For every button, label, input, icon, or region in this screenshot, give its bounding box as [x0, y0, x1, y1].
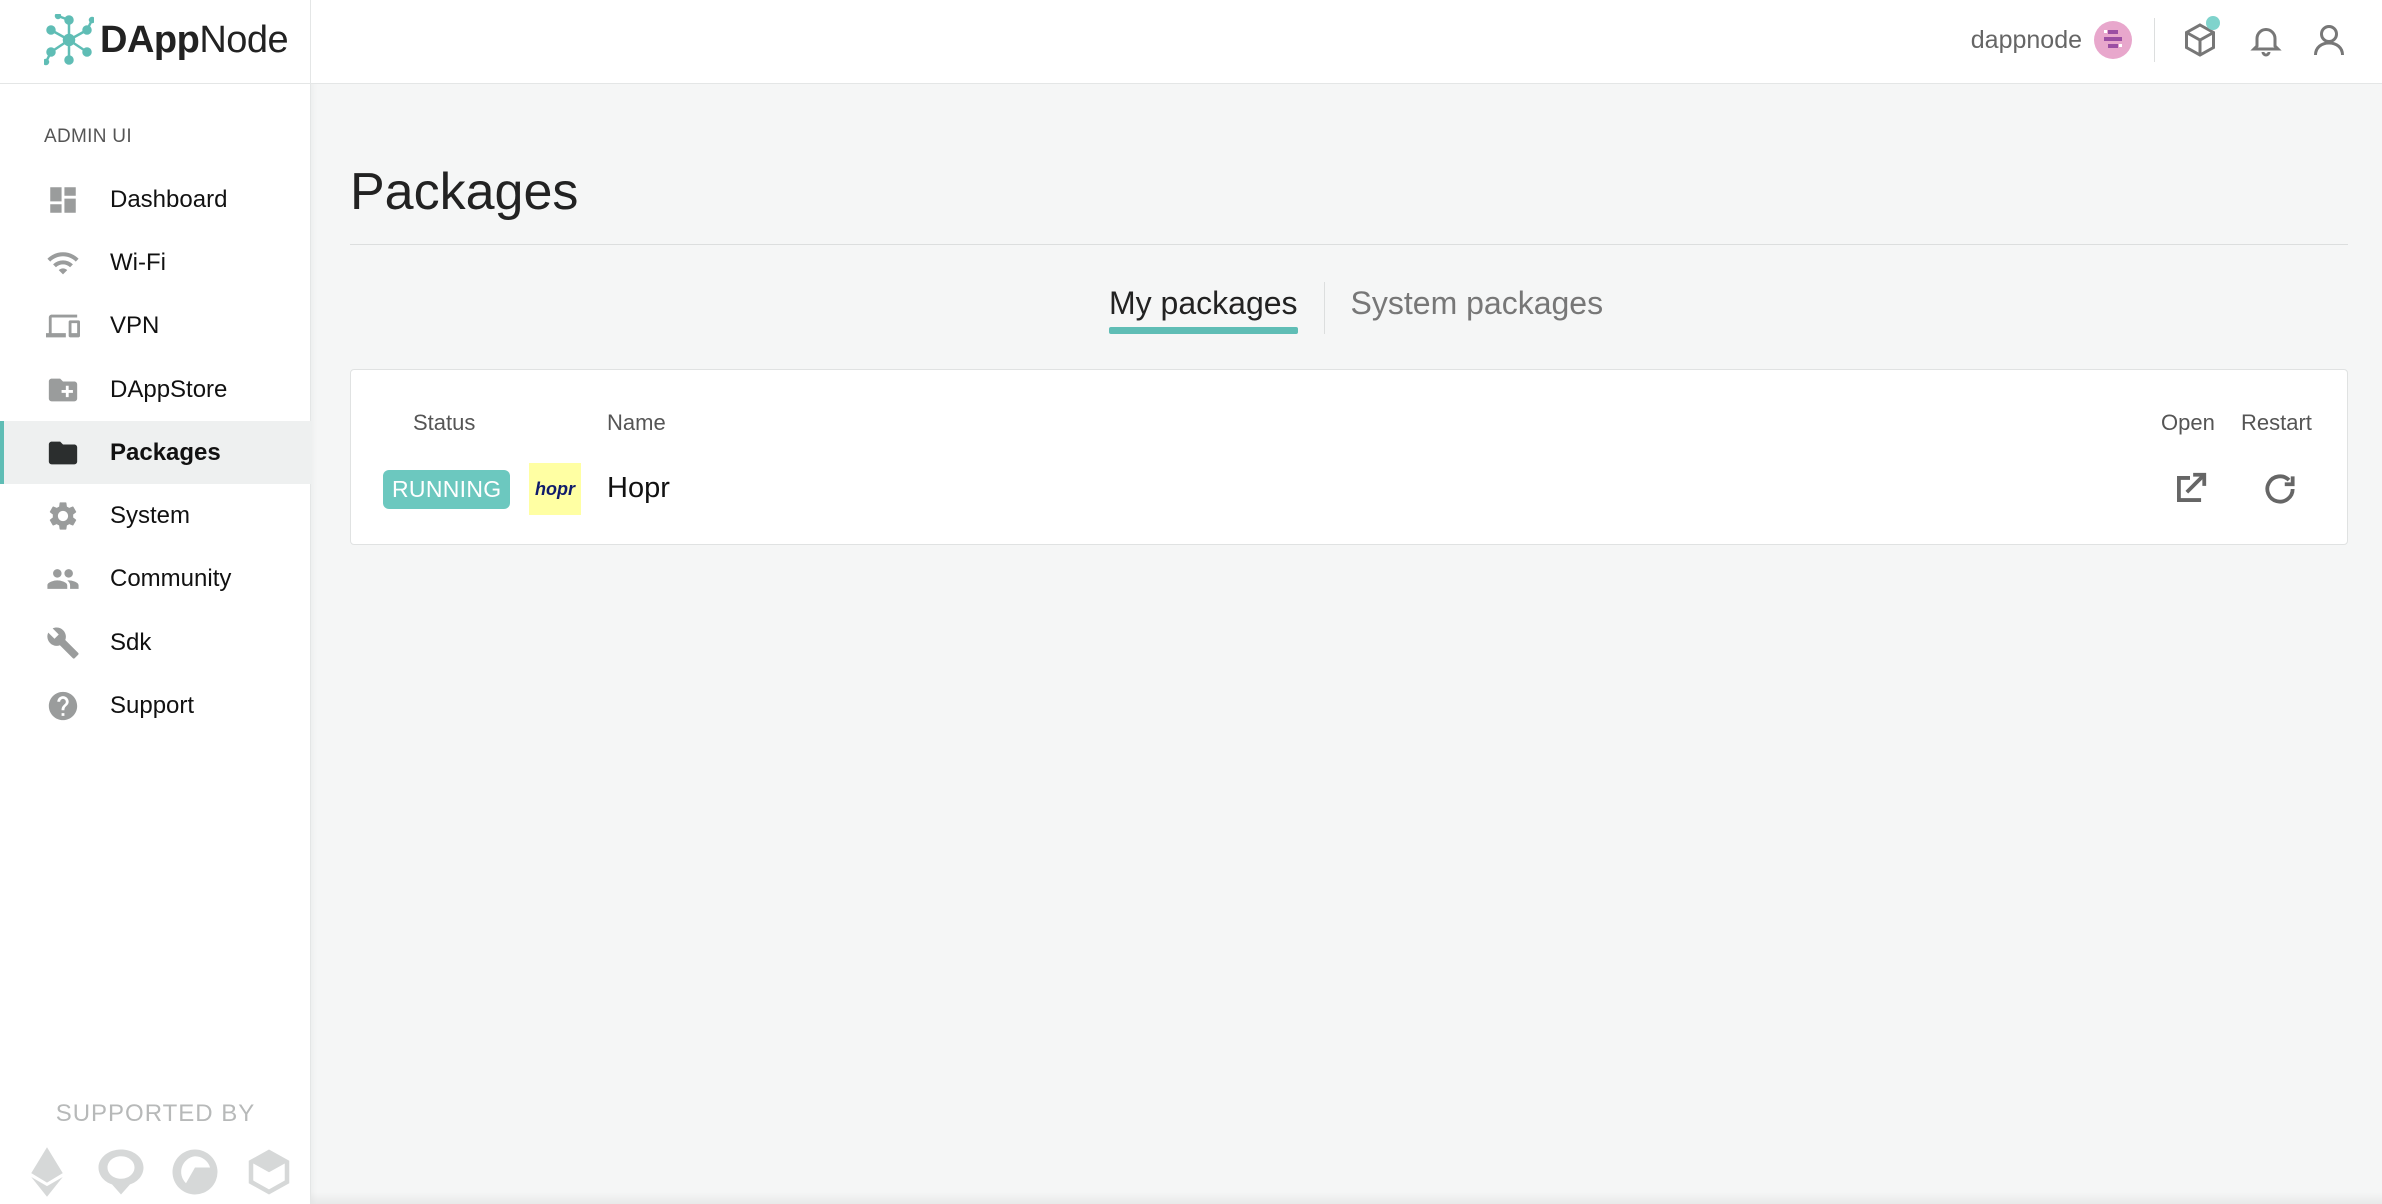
sidebar-nav: Dashboard Wi-Fi VPN DAppStore Packages S…: [0, 168, 311, 738]
column-header-open: Open: [2161, 410, 2215, 435]
bell-icon[interactable]: [2246, 20, 2286, 60]
gear-icon: [46, 499, 80, 533]
dappnode-logo-icon: [44, 14, 94, 66]
sidebar-item-wifi[interactable]: Wi-Fi: [0, 231, 311, 294]
avatar[interactable]: [2094, 21, 2132, 59]
sponsor-logos: [20, 1145, 296, 1199]
sidebar-item-label: Dashboard: [110, 185, 228, 213]
wifi-icon: [46, 246, 80, 280]
sidebar-item-label: DAppStore: [110, 375, 228, 403]
devices-icon: [46, 309, 80, 343]
column-header-status: Status: [413, 410, 476, 435]
sidebar-item-label: Sdk: [110, 628, 152, 656]
package-tabs: My packages System packages: [1109, 278, 1603, 338]
sponsor-logo-3[interactable]: [168, 1145, 222, 1199]
wrench-icon: [46, 626, 80, 660]
package-name-link[interactable]: Hopr: [607, 472, 670, 505]
folder-icon: [46, 436, 80, 470]
user-menu[interactable]: dappnode: [1971, 20, 2132, 60]
bottom-shadow: [311, 1192, 2382, 1204]
restart-icon[interactable]: [2259, 468, 2301, 510]
notification-dot: [2206, 16, 2220, 30]
sidebar-item-community[interactable]: Community: [0, 548, 311, 611]
package-logo[interactable]: hopr: [529, 463, 581, 515]
sidebar-item-label: Wi-Fi: [110, 248, 166, 276]
sidebar-item-system[interactable]: System: [0, 484, 311, 547]
sidebar-item-support[interactable]: Support: [0, 674, 311, 737]
tab-system-packages[interactable]: System packages: [1351, 285, 1604, 332]
sidebar-item-label: VPN: [110, 312, 160, 340]
status-badge: RUNNING: [383, 470, 511, 509]
sidebar-item-label: System: [110, 502, 191, 530]
sidebar-item-sdk[interactable]: Sdk: [0, 611, 311, 674]
username: dappnode: [1970, 25, 2082, 54]
tab-my-packages[interactable]: My packages: [1109, 285, 1298, 334]
title-divider: [350, 244, 2348, 245]
column-header-restart: Restart: [2241, 410, 2312, 435]
sidebar-item-vpn[interactable]: VPN: [0, 295, 311, 358]
topbar: dappnode: [311, 0, 2382, 84]
ethereum-logo[interactable]: [20, 1145, 74, 1199]
dappnode-logo[interactable]: DAppNode: [44, 12, 289, 68]
sponsor-logo-2[interactable]: [94, 1145, 148, 1199]
sidebar-item-label: Community: [110, 565, 232, 593]
tab-divider: [1323, 282, 1325, 334]
sidebar: DAppNode ADMIN UI Dashboard Wi-Fi VPN DA…: [0, 0, 311, 1204]
sidebar-item-dappstore[interactable]: DAppStore: [0, 358, 311, 421]
open-external-icon[interactable]: [2169, 468, 2211, 510]
packages-table: Status Name Open Restart RUNNING hopr Ho…: [350, 369, 2348, 545]
page-title: Packages: [350, 163, 579, 221]
sidebar-item-dashboard[interactable]: Dashboard: [0, 168, 311, 231]
sidebar-item-packages[interactable]: Packages: [0, 421, 311, 485]
sidebar-item-label: Packages: [110, 438, 221, 466]
sidebar-divider: [0, 83, 311, 84]
sidebar-item-label: Support: [110, 692, 195, 720]
people-icon: [46, 562, 80, 596]
logo-text: DAppNode: [100, 18, 289, 61]
supported-by-label: SUPPORTED BY: [55, 1100, 256, 1127]
sponsor-logo-4[interactable]: [242, 1145, 296, 1199]
column-header-name: Name: [607, 410, 666, 435]
sidebar-section-label: ADMIN UI: [44, 126, 132, 147]
help-icon: [46, 689, 80, 723]
folder-add-icon: [46, 373, 80, 407]
topbar-divider: [2154, 18, 2155, 62]
user-icon[interactable]: [2309, 20, 2349, 60]
dashboard-icon: [46, 183, 80, 217]
